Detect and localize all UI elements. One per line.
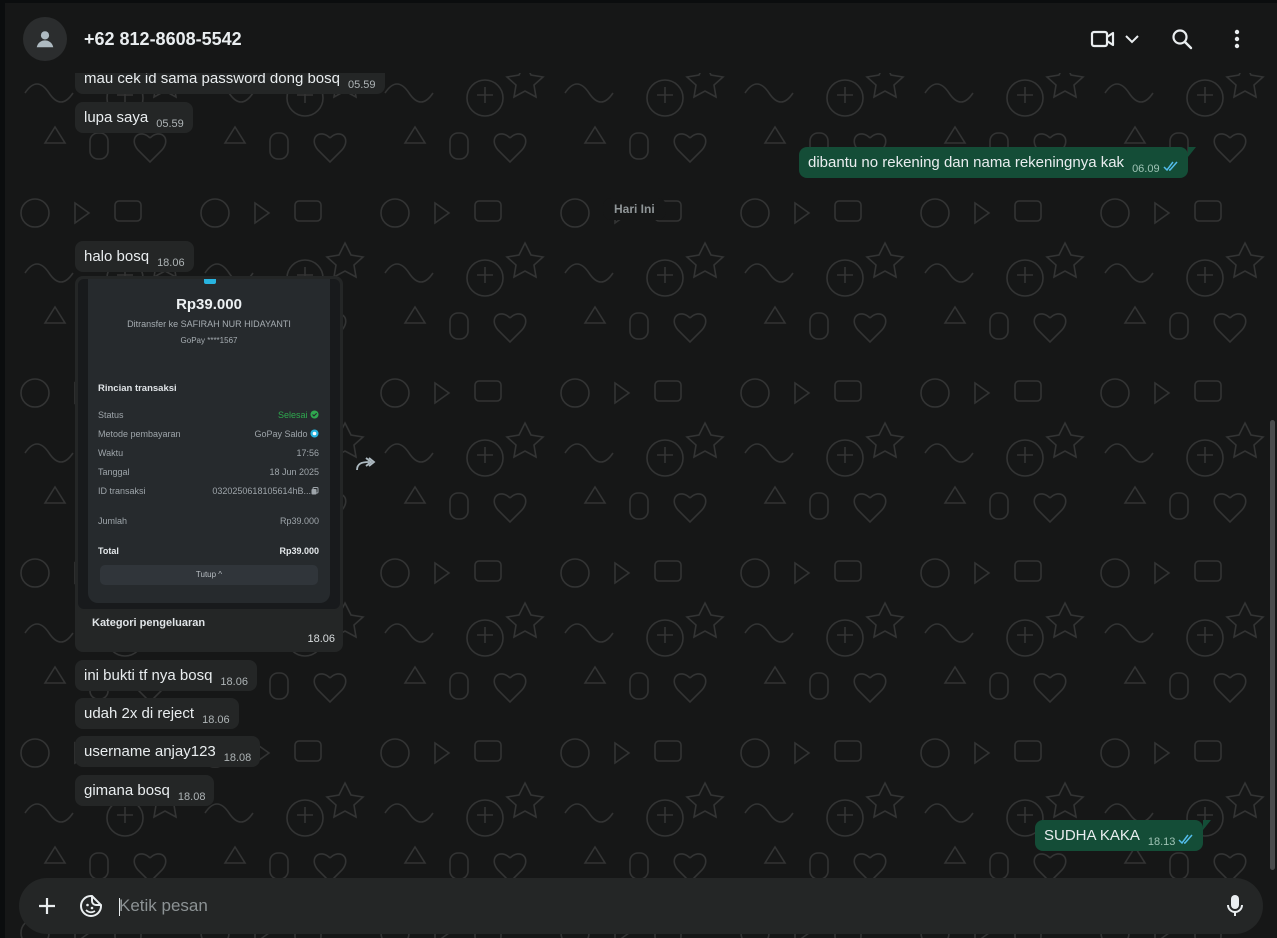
receipt-row-value: GoPay Saldo: [254, 429, 319, 439]
message-time: 18.08: [223, 752, 252, 764]
contact-name[interactable]: +62 812-8608-5542: [84, 29, 242, 50]
bubble-tail: [1187, 147, 1196, 157]
forward-button[interactable]: [354, 455, 376, 478]
message-outgoing[interactable]: SUDHA KAKA 18.13: [1035, 820, 1212, 851]
message-incoming[interactable]: halo bosq 18.06: [75, 241, 194, 272]
default-avatar-icon: [36, 31, 54, 48]
receipt-row: Jumlah Rp39.000: [98, 516, 319, 526]
receipt-row: Metode pembayaran GoPay Saldo: [98, 429, 319, 439]
receipt-footer-label: Kategori pengeluaran: [92, 617, 206, 629]
chat-scrollbar[interactable]: [1268, 73, 1277, 873]
receipt-row-value: 0320250618105614hB...: [212, 486, 319, 496]
receipt-row-label: Jumlah: [98, 516, 128, 526]
voice-message-button[interactable]: [1221, 892, 1249, 920]
receipt-row-label: Metode pembayaran: [98, 429, 181, 439]
receipt-row: Waktu 17:56: [98, 448, 319, 458]
message-incoming[interactable]: lupa saya 05.59: [75, 102, 193, 133]
message-time: 18.06: [157, 257, 185, 269]
image-message[interactable]: Rp39.000 Ditransfer ke SAFIRAH NUR HIDAY…: [75, 276, 343, 652]
bubble-tail: [1203, 820, 1212, 830]
forward-icon: [356, 457, 376, 471]
receipt-close-button: Tutup ^: [100, 565, 318, 585]
menu-button[interactable]: [1223, 25, 1251, 53]
receipt-row-total: Total Rp39.000: [98, 546, 319, 556]
message-text: halo bosq: [84, 248, 150, 265]
message-text: gimana bosq: [84, 782, 170, 799]
receipt-row: ID transaksi 0320250618105614hB...: [98, 486, 319, 496]
chevron-down-icon: [1125, 35, 1139, 44]
contact-avatar[interactable]: [23, 17, 67, 61]
gopay-icon: [310, 429, 319, 438]
receipt-row-value: Rp39.000: [279, 546, 319, 556]
call-options-dropdown[interactable]: [1118, 25, 1146, 53]
message-time: 18.06: [307, 633, 335, 645]
message-incoming[interactable]: gimana bosq 18.08: [75, 775, 215, 806]
message-outgoing[interactable]: dibantu no rekening dan nama rekeningnya…: [799, 147, 1196, 178]
read-receipt-icon: [1178, 832, 1194, 849]
receipt-row-value: 18 Jun 2025: [269, 467, 319, 477]
receipt-row-label: ID transaksi: [98, 486, 146, 496]
receipt-section-title: Rincian transaksi: [98, 383, 177, 394]
message-time: 18.06: [202, 714, 230, 726]
receipt-account: GoPay ****1567: [180, 336, 238, 345]
message-incoming[interactable]: udah 2x di reject 18.06: [75, 698, 239, 729]
copy-icon: [311, 487, 319, 495]
receipt-row-label: Total: [98, 546, 119, 556]
message-time: 18.08: [177, 791, 206, 803]
receipt-row-value: 17:56: [296, 448, 319, 458]
message-text: lupa saya: [84, 109, 149, 126]
sticker-button[interactable]: [77, 892, 105, 920]
video-call-button[interactable]: [1089, 25, 1117, 53]
plus-icon: [39, 898, 55, 914]
message-incoming[interactable]: ini bukti tf nya bosq 18.06: [75, 660, 257, 691]
message-incoming[interactable]: username anjay123 18.08: [75, 736, 261, 767]
message-time: 18.13: [1147, 836, 1176, 848]
video-camera-icon: [1090, 30, 1115, 48]
receipt-row-label: Status: [98, 410, 124, 420]
more-vertical-icon: [1234, 29, 1240, 49]
receipt-image[interactable]: Rp39.000 Ditransfer ke SAFIRAH NUR HIDAY…: [78, 279, 340, 609]
text-cursor: [119, 898, 120, 916]
receipt-row-value: Rp39.000: [279, 516, 319, 526]
check-circle-icon: [310, 410, 319, 419]
search-icon: [1172, 29, 1193, 50]
message-time: 05.59: [347, 79, 376, 91]
receipt-row: Tanggal 18 Jun 2025: [98, 467, 319, 477]
message-text: udah 2x di reject: [84, 705, 195, 722]
message-text: dibantu no rekening dan nama rekeningnya…: [808, 154, 1125, 171]
message-text: username anjay123: [84, 743, 216, 760]
receipt-top-marker: [204, 279, 216, 284]
message-time: 06.09: [1132, 163, 1160, 175]
receipt-row-value: Selesai: [278, 410, 319, 420]
chat-window: +62 812-8608-5542 mau cek id sama passwo…: [5, 3, 1277, 938]
message-text: SUDHA KAKA: [1044, 827, 1140, 844]
receipt-card: Rp39.000 Ditransfer ke SAFIRAH NUR HIDAY…: [88, 279, 330, 603]
scrollbar-thumb[interactable]: [1270, 420, 1275, 870]
search-button[interactable]: [1168, 25, 1196, 53]
receipt-row-label: Tanggal: [98, 467, 130, 477]
message-composer: [19, 878, 1263, 934]
attach-button[interactable]: [33, 892, 61, 920]
message-input[interactable]: [119, 888, 1199, 924]
receipt-amount: Rp39.000: [176, 296, 242, 313]
receipt-transfer-to: Ditransfer ke SAFIRAH NUR HIDAYANTI: [127, 319, 291, 329]
chat-header: +62 812-8608-5542: [5, 3, 1277, 73]
message-time: 18.06: [220, 676, 248, 688]
read-receipt-icon: [1163, 159, 1179, 176]
sticker-icon: [80, 895, 102, 917]
receipt-row-label: Waktu: [98, 448, 124, 458]
receipt-row: Status Selesai: [98, 410, 319, 420]
microphone-icon: [1227, 895, 1243, 916]
message-time: 05.59: [156, 118, 184, 130]
date-divider: Hari Ini: [603, 198, 666, 220]
message-text: ini bukti tf nya bosq: [84, 667, 213, 684]
